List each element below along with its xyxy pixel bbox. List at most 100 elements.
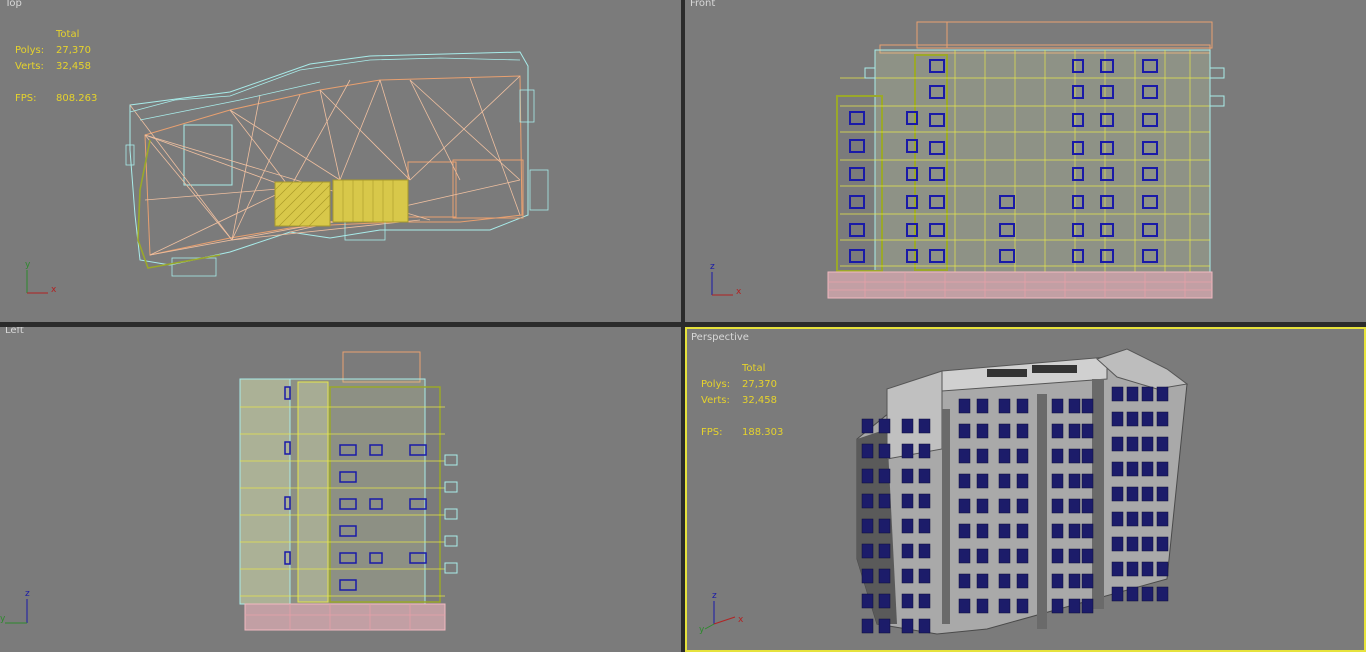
window-pane	[861, 418, 874, 434]
window-pane	[958, 473, 971, 489]
window-pane	[918, 468, 931, 484]
window-pane	[1141, 486, 1154, 502]
window-pane	[1141, 461, 1154, 477]
window-pane	[1111, 436, 1124, 452]
viewport-left[interactable]: Left z y	[0, 327, 681, 652]
window-pane	[998, 598, 1011, 614]
window-pane	[1156, 486, 1169, 502]
window-pane	[878, 468, 891, 484]
window-pane	[976, 573, 989, 589]
window-pane	[1051, 548, 1064, 564]
window-pane	[861, 593, 874, 609]
window-pane	[1016, 573, 1029, 589]
window-pane	[1126, 411, 1139, 427]
window-pane	[1051, 423, 1064, 439]
perspective-shaded-building: z x y	[699, 348, 1189, 635]
window-pane	[1068, 423, 1081, 439]
axis-gizmo-left: z y	[0, 589, 30, 624]
window-pane	[918, 593, 931, 609]
window-pane	[1111, 461, 1124, 477]
window-pane	[901, 593, 914, 609]
window-pane	[1016, 598, 1029, 614]
window-pane	[1068, 548, 1081, 564]
window-pane	[1141, 411, 1154, 427]
window-pane	[901, 518, 914, 534]
window-pane	[1081, 573, 1094, 589]
window-pane	[1081, 448, 1094, 464]
window-pane	[1051, 573, 1064, 589]
axis-label-x: x	[738, 615, 744, 625]
window-pane	[958, 498, 971, 514]
window-pane	[1141, 586, 1154, 602]
window-pane	[1156, 586, 1169, 602]
viewport-top[interactable]: Top Total Polys: 27,370 Verts: 32,458 FPS:…	[0, 0, 681, 322]
window-pane	[1156, 411, 1169, 427]
window-pane	[1068, 498, 1081, 514]
window-pane	[998, 523, 1011, 539]
window-pane	[976, 473, 989, 489]
window-pane	[958, 548, 971, 564]
window-pane	[1081, 548, 1094, 564]
window-pane	[901, 543, 914, 559]
window-pane	[901, 568, 914, 584]
window-pane	[1156, 386, 1169, 402]
window-pane	[1126, 561, 1139, 577]
window-pane	[1068, 598, 1081, 614]
axis-label-z: z	[25, 589, 30, 599]
window-pane	[1126, 536, 1139, 552]
window-pane	[1016, 498, 1029, 514]
window-pane	[976, 398, 989, 414]
window-pane	[1068, 473, 1081, 489]
front-wireframe: z x	[710, 21, 1225, 299]
window-pane	[1111, 486, 1124, 502]
window-pane	[976, 498, 989, 514]
window-pane	[958, 423, 971, 439]
window-pane	[1126, 436, 1139, 452]
window-pane	[1068, 448, 1081, 464]
window-pane	[976, 548, 989, 564]
window-pane	[958, 598, 971, 614]
window-pane	[878, 418, 891, 434]
window-pane	[1156, 561, 1169, 577]
window-pane	[918, 568, 931, 584]
window-pane	[1081, 523, 1094, 539]
window-pane	[998, 423, 1011, 439]
window-pane	[958, 448, 971, 464]
window-pane	[998, 448, 1011, 464]
window-pane	[878, 543, 891, 559]
window-pane	[918, 618, 931, 634]
window-pane	[958, 573, 971, 589]
window-pane	[1141, 386, 1154, 402]
window-pane	[958, 398, 971, 414]
window-pane	[1051, 598, 1064, 614]
window-pane	[861, 493, 874, 509]
axis-label-x: x	[736, 287, 742, 297]
window-pane	[878, 518, 891, 534]
left-wireframe: z y	[0, 351, 458, 631]
window-pane	[976, 448, 989, 464]
window-pane	[958, 523, 971, 539]
window-pane	[976, 423, 989, 439]
window-pane	[998, 573, 1011, 589]
window-pane	[861, 468, 874, 484]
axis-label-z: z	[710, 262, 715, 272]
window-pane	[1156, 536, 1169, 552]
window-pane	[901, 443, 914, 459]
window-pane	[1051, 498, 1064, 514]
window-pane	[901, 493, 914, 509]
viewport-perspective[interactable]: Perspective Total Polys: 27,370 Verts: 32,…	[685, 327, 1366, 652]
window-pane	[918, 518, 931, 534]
window-pane	[1141, 436, 1154, 452]
window-pane	[1016, 448, 1029, 464]
window-pane	[1156, 461, 1169, 477]
window-pane	[878, 568, 891, 584]
window-pane	[1068, 523, 1081, 539]
window-pane	[1016, 398, 1029, 414]
axis-label-y: y	[0, 614, 6, 624]
viewport-front[interactable]: Front z x	[685, 0, 1366, 322]
window-pane	[1081, 398, 1094, 414]
window-pane	[1068, 398, 1081, 414]
window-pane	[1111, 561, 1124, 577]
axis-gizmo-top: y x	[25, 260, 57, 295]
window-pane	[976, 598, 989, 614]
